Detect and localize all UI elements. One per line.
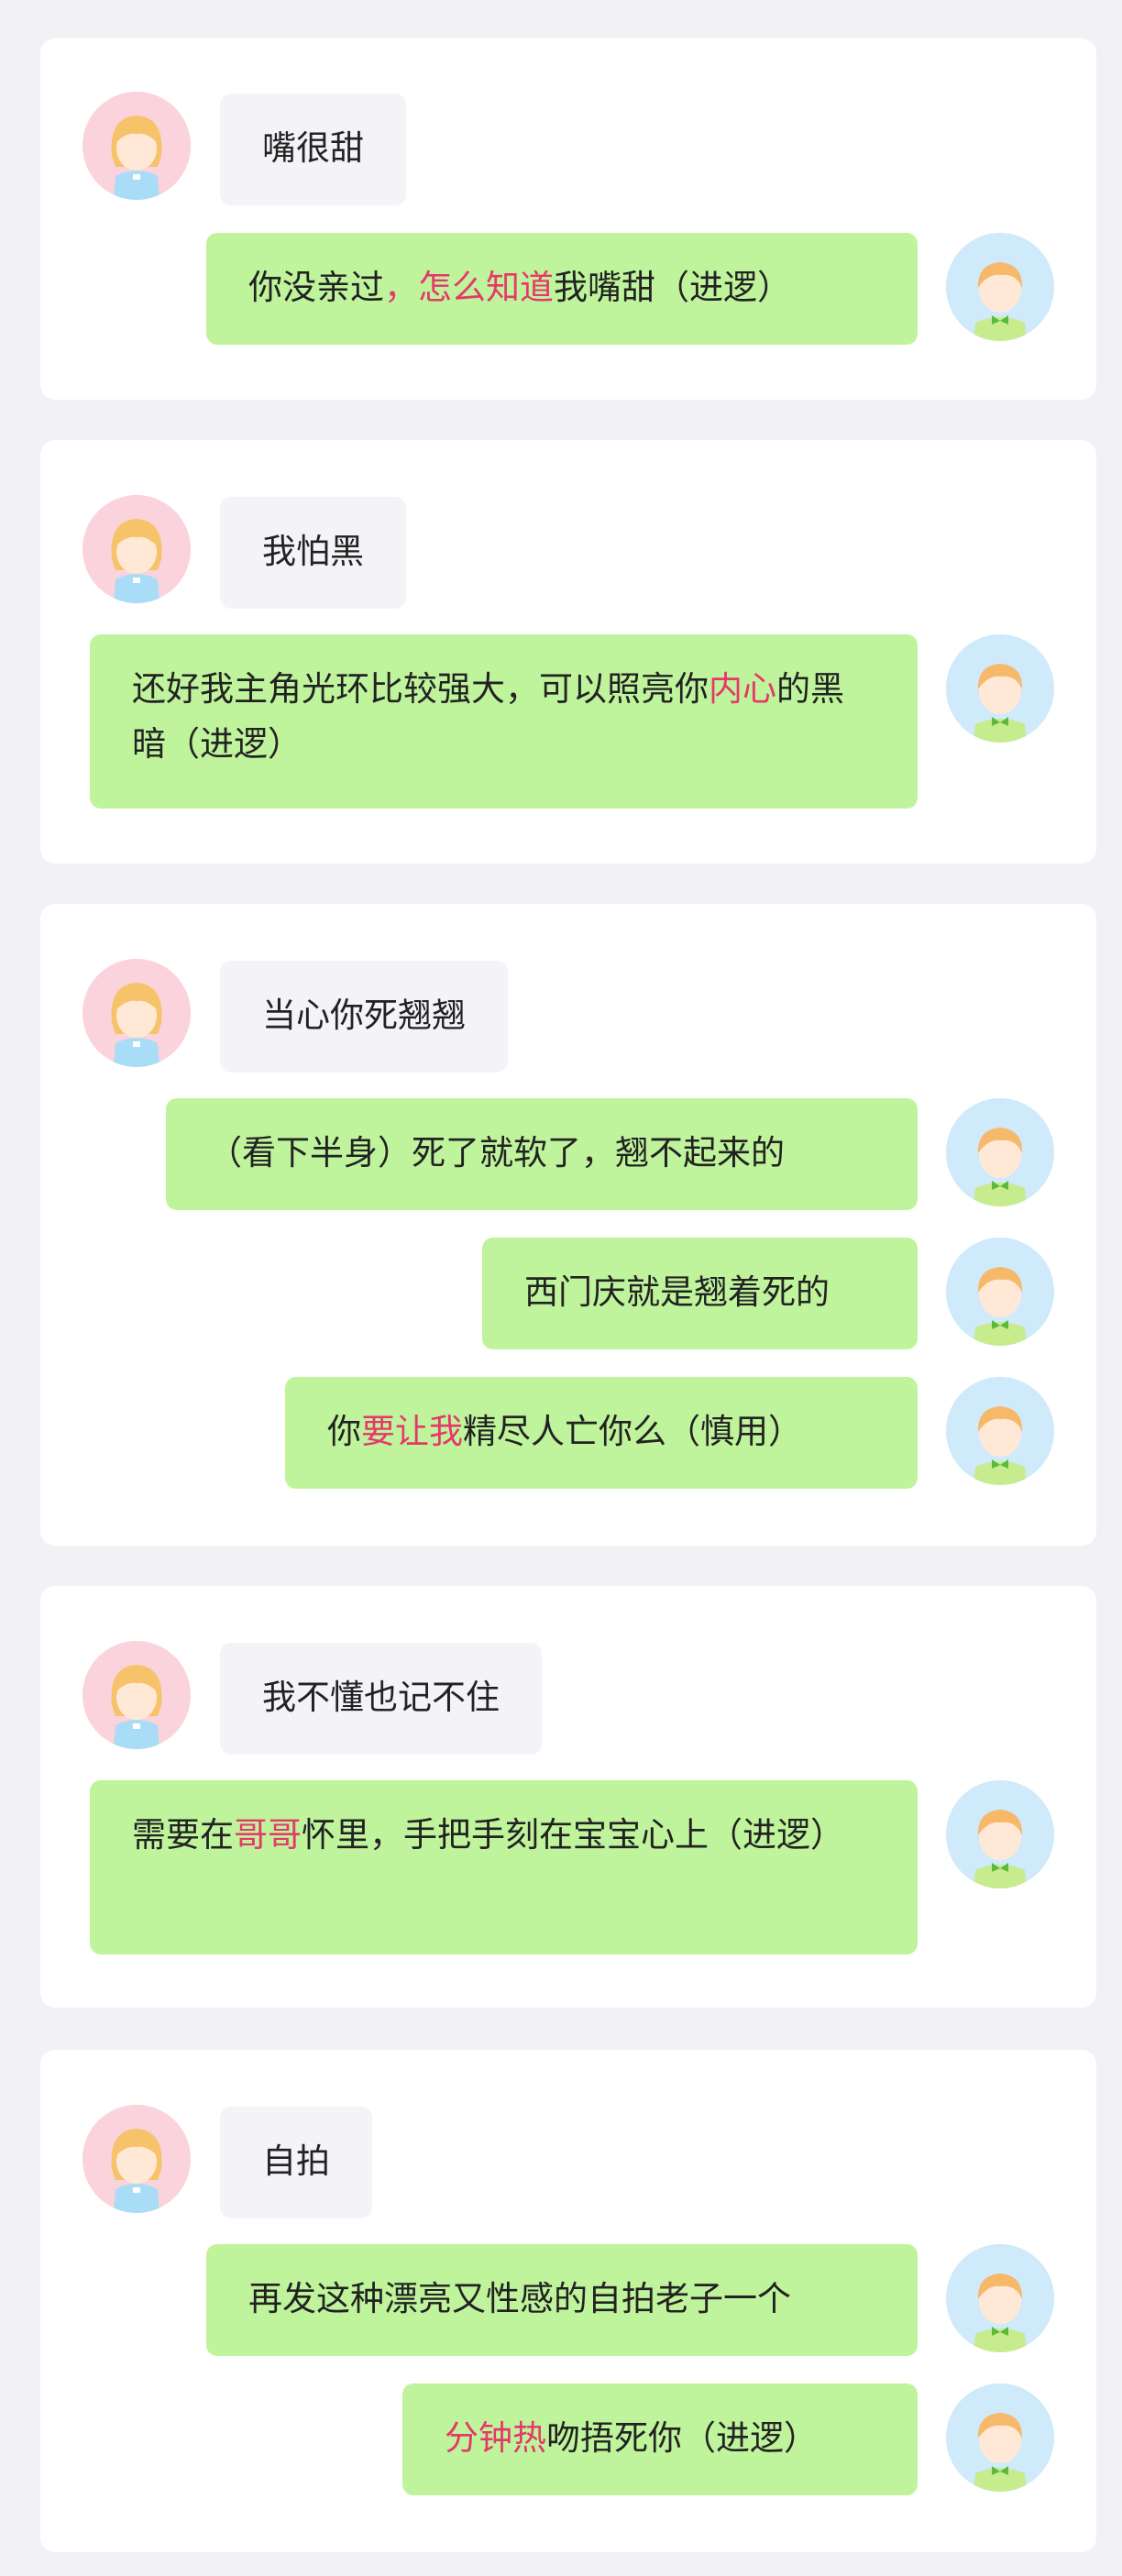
reply-highlight: ，怎么知道 xyxy=(384,268,554,307)
reply-text: 怀里，手把手刻在宝宝心上（进逻） xyxy=(302,1815,844,1855)
his-reply: 分钟热吻捂死你（进逻） xyxy=(402,2383,918,2495)
reply-text: 需要在 xyxy=(132,1815,234,1855)
chat-card-3: 当心你死翘翘 （看下半身）死了就软了，翘不起来的 西门庆就是翘着死的 你要让我精… xyxy=(40,904,1096,1546)
her-message: 当心你死翘翘 xyxy=(220,961,508,1073)
girl-avatar-icon xyxy=(82,495,191,603)
his-reply: 还好我主角光环比较强大，可以照亮你内心的黑暗（进逻） xyxy=(90,634,918,809)
boy-avatar-icon xyxy=(946,1377,1054,1485)
reply-text: 你没亲过 xyxy=(248,268,384,307)
her-message: 嘴很甜 xyxy=(220,94,406,205)
girl-avatar-icon xyxy=(82,2105,191,2213)
chat-card-4: 我不懂也记不住 需要在哥哥怀里，手把手刻在宝宝心上（进逻） xyxy=(40,1586,1096,2008)
her-message: 我怕黑 xyxy=(220,497,406,609)
reply-text: 吻捂死你（进逻） xyxy=(546,2418,818,2458)
reply-text: 精尽人亡你么（慎用） xyxy=(463,1412,802,1451)
boy-avatar-icon xyxy=(946,233,1054,341)
reply-highlight: 哥哥 xyxy=(234,1815,302,1855)
girl-avatar-icon xyxy=(82,1641,191,1749)
girl-avatar-icon xyxy=(82,92,191,200)
reply-text: 你 xyxy=(327,1412,361,1451)
reply-text: （看下半身）死了就软了，翘不起来的 xyxy=(208,1133,785,1172)
reply-highlight: 内心 xyxy=(709,669,776,709)
chat-card-1: 嘴很甜 你没亲过，怎么知道我嘴甜（进逻） xyxy=(40,39,1096,400)
boy-avatar-icon xyxy=(946,2244,1054,2352)
girl-avatar-icon xyxy=(82,959,191,1067)
boy-avatar-icon xyxy=(946,1098,1054,1206)
his-reply: 西门庆就是翘着死的 xyxy=(482,1238,918,1349)
boy-avatar-icon xyxy=(946,2383,1054,2492)
his-reply: 需要在哥哥怀里，手把手刻在宝宝心上（进逻） xyxy=(90,1780,918,1954)
reply-text: 我嘴甜（进逻） xyxy=(554,268,791,307)
his-reply: 你没亲过，怎么知道我嘴甜（进逻） xyxy=(206,233,918,345)
his-reply: 你要让我精尽人亡你么（慎用） xyxy=(285,1377,918,1489)
boy-avatar-icon xyxy=(946,1780,1054,1888)
chat-card-5: 自拍 再发这种漂亮又性感的自拍老子一个 分钟热吻捂死你（进逻） xyxy=(40,2050,1096,2552)
her-message: 自拍 xyxy=(220,2107,372,2218)
reply-highlight: 要让我 xyxy=(361,1412,463,1451)
reply-text: 西门庆就是翘着死的 xyxy=(524,1272,830,1312)
reply-highlight: 分钟热 xyxy=(445,2418,546,2458)
his-reply: 再发这种漂亮又性感的自拍老子一个 xyxy=(206,2244,918,2356)
reply-text: 再发这种漂亮又性感的自拍老子一个 xyxy=(248,2279,791,2318)
her-message: 我不懂也记不住 xyxy=(220,1643,542,1755)
reply-text: 还好我主角光环比较强大，可以照亮你 xyxy=(132,669,709,709)
boy-avatar-icon xyxy=(946,634,1054,743)
boy-avatar-icon xyxy=(946,1238,1054,1346)
his-reply: （看下半身）死了就软了，翘不起来的 xyxy=(166,1098,918,1210)
chat-card-2: 我怕黑 还好我主角光环比较强大，可以照亮你内心的黑暗（进逻） xyxy=(40,440,1096,864)
